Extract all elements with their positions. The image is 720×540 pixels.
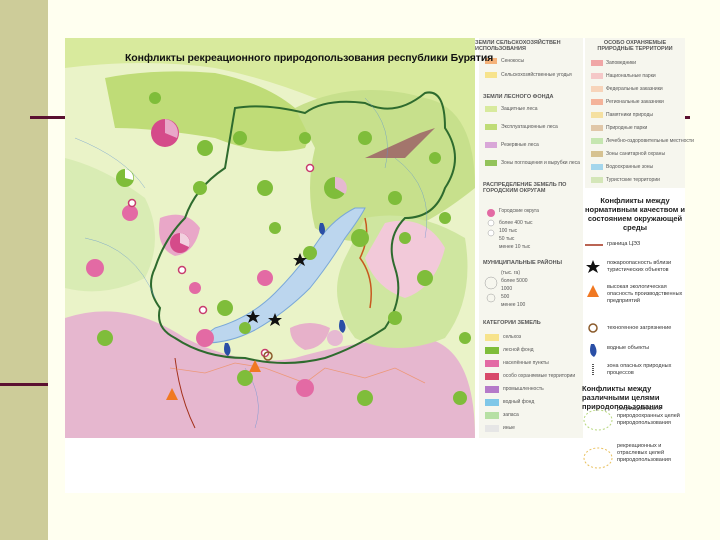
legend-distribution-item-2: более 400 тыс bbox=[499, 220, 533, 226]
legend-category-3: населённые пункты bbox=[503, 360, 549, 366]
legend-conflict-item-2: пожароопасность вблизи туристических объ… bbox=[607, 260, 672, 273]
top-rule bbox=[30, 116, 70, 119]
legend-category-8: иные bbox=[503, 425, 515, 431]
legend-conflict-item-6: зона опасных природных процессов bbox=[607, 363, 672, 376]
slide-sidebar-accent bbox=[0, 0, 48, 540]
legend-municipal-item-1: (тыс. га) bbox=[501, 270, 520, 276]
legend-agri-item-2: Сельскохозяйственные угодья bbox=[501, 72, 572, 78]
legend-protected-item-8: Зоны санитарной охраны bbox=[606, 151, 666, 157]
legend-forest-item-2: Эксплуатационные леса bbox=[501, 124, 558, 130]
legend-protected-item-5: Памятники природы bbox=[606, 112, 653, 118]
legend-category-6: водный фонд bbox=[503, 399, 535, 405]
legend-conflict-item-5: водные объекты bbox=[607, 345, 650, 351]
legend-category-4: особо охраняемые территории bbox=[503, 373, 576, 379]
legend-categories-header: КАТЕГОРИИ ЗЕМЕЛЬ bbox=[483, 320, 541, 326]
legend-municipal-item-2: более 5000 bbox=[501, 278, 528, 284]
legend-protected-item-10: Туристские территории bbox=[606, 177, 660, 183]
legend-municipal-item-3: 1000 bbox=[501, 286, 513, 292]
legend-distribution-header: РАСПРЕДЕЛЕНИЕ ЗЕМЕЛЬ ПО ГОРОДСКИМ ОКРУГА… bbox=[483, 182, 567, 194]
legend-agri-item-1: Сенокосы bbox=[501, 58, 525, 64]
map-canvas bbox=[65, 38, 685, 493]
map-image: ЗЕМЛИ СЕЛЬСКОХОЗЯЙСТВЕН ИСПОЛЬЗОВАНИЯ Се… bbox=[65, 38, 694, 493]
legend-conflict-item-1: граница ЦЭЗ bbox=[607, 241, 641, 247]
legend-municipal-item-4: 500 bbox=[501, 294, 510, 300]
legend-protected-item-3: Федеральные заказники bbox=[606, 86, 663, 92]
bottom-rule bbox=[0, 383, 48, 386]
legend-forest-item-1: Защитные леса bbox=[501, 106, 538, 112]
legend-category-7: запаса bbox=[503, 412, 519, 418]
legend-distribution-item-5: менее 10 тыс bbox=[499, 244, 531, 250]
legend-protected-header: ОСОБО ОХРАНЯЕМЫЕ ПРИРОДНЫЕ ТЕРРИТОРИИ bbox=[597, 40, 673, 52]
legend-conflict-item-4: техногенное загрязнение bbox=[607, 325, 672, 331]
legend-goal-item-2: рекреационных и отраслевых целей природо… bbox=[617, 443, 671, 463]
map-title: Конфликты рекреационного природопользова… bbox=[125, 52, 494, 64]
legend-forest-item-4: Зоны поглощения и вырубки леса bbox=[501, 160, 580, 166]
legend-goal-item-1: рекреационных и природоохранных целей пр… bbox=[617, 406, 680, 426]
legend-forest-header: ЗЕМЛИ ЛЕСНОГО ФОНДА bbox=[483, 94, 554, 100]
legend-protected-item-9: Водоохранные зоны bbox=[606, 164, 654, 170]
legend-agri-header: ЗЕМЛИ СЕЛЬСКОХОЗЯЙСТВЕН ИСПОЛЬЗОВАНИЯ bbox=[475, 40, 561, 52]
legend-category-2: лесной фонд bbox=[503, 347, 534, 353]
legend-category-1: сельхоз bbox=[503, 334, 522, 340]
legend-distribution-item-1: Городские округа bbox=[499, 208, 539, 214]
legend-protected-item-6: Природные парки bbox=[606, 125, 648, 131]
legend-conflicts-quality-title: Конфликты между нормативным качеством и … bbox=[585, 196, 685, 232]
legend-category-5: промышленность bbox=[503, 386, 544, 392]
legend-protected-item-4: Региональные заказники bbox=[606, 99, 664, 105]
legend-forest-item-3: Резервные леса bbox=[501, 142, 539, 148]
legend-distribution-item-3: 100 тыс bbox=[499, 228, 518, 234]
legend-protected-item-1: Заповедники bbox=[606, 60, 637, 66]
legend-municipal-header: МУНИЦИПАЛЬНЫЕ РАЙОНЫ bbox=[483, 260, 563, 266]
legend-protected-item-2: Национальные парки bbox=[606, 73, 656, 79]
legend-protected-item-7: Лечебно-оздоровительные местности bbox=[606, 138, 694, 144]
legend-distribution-item-4: 50 тыс bbox=[499, 236, 515, 242]
legend-municipal-item-5: менее 100 bbox=[501, 302, 526, 308]
legend-conflict-item-3: высокая экологическая опасность производ… bbox=[607, 284, 683, 304]
